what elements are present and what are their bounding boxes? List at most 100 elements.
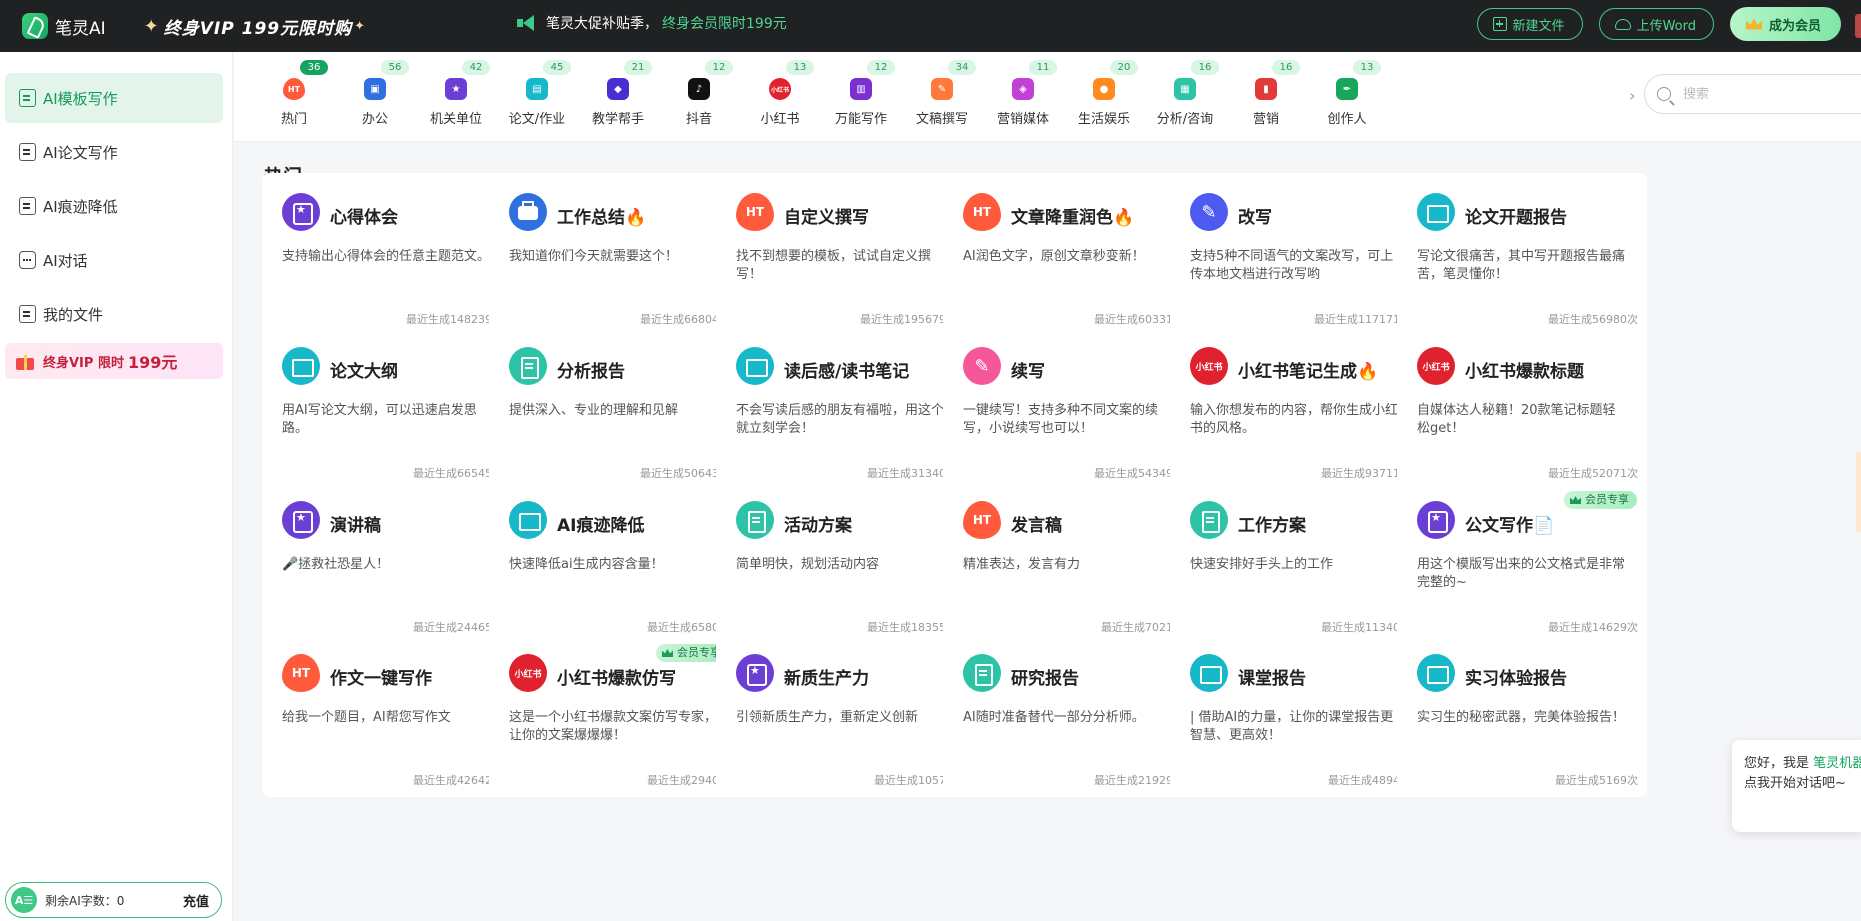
briefcase-icon: ▣ [364,78,386,100]
vip-promo-banner[interactable]: ✦ 终身VIP 199元限时购 ✦ [144,14,366,39]
edge-tab[interactable] [1855,14,1861,38]
sidebar-item-ai-paper[interactable]: AI论文写作 [5,127,223,177]
category-count-badge: 42 [462,60,490,75]
category-tab[interactable]: 13 ✒ 创作人 [1299,52,1395,142]
crown-icon [1745,18,1762,30]
mic-icon: ● [1093,78,1115,100]
vip-banner-text: 终身VIP 限时 [43,355,124,371]
card-description: | 借助AI的力量，让你的课堂报告更智慧、更高效！ [1190,710,1394,743]
sidebar-vip-banner[interactable]: 终身VIP 限时 199元 [5,343,223,379]
chevron-right-icon[interactable]: › [1629,86,1635,105]
template-card[interactable]: ✎ 续写 一键续写！支持多种不同文案的续写，小说续写也可以！ 最近生成54349次 [943,327,1193,490]
promo-text: 笔灵大促补贴季， [546,16,658,32]
template-card[interactable]: 活动方案 简单明快，规划活动内容 最近生成18355次 [716,481,966,644]
category-count-badge: 16 [1272,60,1300,75]
template-card[interactable]: 新质生产力引领新质生产力，重新定义创新最近生成1057次 [716,634,966,797]
document-icon [963,654,1001,692]
template-card[interactable]: 读后感/读书笔记 不会写读后感的朋友有福啦，用这个就立刻学会！ 最近生成31340次 [716,327,966,490]
tag-icon: ◈ [1012,78,1034,100]
become-member-button[interactable]: 成为会员 [1729,7,1841,41]
category-count-badge: 13 [786,60,814,75]
document-icon [509,347,547,385]
card-usage-count: 最近生成52071次 [1548,467,1638,480]
template-card[interactable]: 小红书 小红书爆款标题 自媒体达人秘籍！20款笔记标题轻松get！ 最近生成52071… [1397,327,1647,490]
card-description: 我知道你们今天就需要这个！ [509,249,679,264]
ai-template-icon [19,89,36,107]
chat-popup[interactable]: 您好，我是 笔灵机器人 点我开始对话吧~ [1732,740,1861,832]
template-card[interactable]: 分析报告 提供深入、专业的理解和见解 最近生成50643次 [489,327,739,490]
card-description: 用这个模版写出来的公文格式是非常完整的~ [1417,557,1626,590]
upload-word-button[interactable]: 上传Word [1598,8,1714,40]
card-title: 工作总结🔥 [557,208,647,228]
category-count-badge: 56 [381,60,409,75]
sparkle-icon: ✦ [143,15,160,37]
logo[interactable]: 笔灵AI [22,13,106,39]
sidebar-item-ai-trace[interactable]: AI痕迹降低 [5,181,223,231]
star-doc-icon [736,654,774,692]
recharge-button[interactable]: 充值 [183,891,209,910]
category-count-badge: 16 [1191,60,1219,75]
card-description: 引领新质生产力，重新定义创新 [736,710,919,725]
card-usage-count: 最近生成14629次 [1548,621,1638,634]
card-description: 这是一个小红书爆款文案仿写专家，让你的文案爆爆爆！ [509,710,718,743]
card-description: 自媒体达人秘籍！20款笔记标题轻松get！ [1417,403,1616,436]
card-title: 小红书笔记生成🔥 [1238,362,1379,382]
template-card[interactable]: 演讲稿🎤拯救社恐星人！最近生成24465次 [262,481,512,644]
card-title: 实习体验报告 [1465,669,1567,689]
template-card[interactable]: HT 作文一键写作 给我一个题目，AI帮您写作文 最近生成42642次 [262,634,512,797]
side-float-handle[interactable] [1856,452,1861,532]
card-usage-count: 最近生成56980次 [1548,313,1638,326]
card-title: 工作方案 [1238,516,1306,536]
draft-icon: ✎ [931,78,953,100]
search-input[interactable] [1683,86,1843,102]
card-title: 小红书爆款标题 [1465,362,1584,382]
card-description: 🎤拯救社恐星人！ [282,557,390,572]
sidebar: AI模板写作 AI论文写作 AI痕迹降低 AI对话 我的文件 终身VIP 限时 … [0,52,233,921]
vip-banner-price: 199元 [127,353,178,372]
card-title: 自定义撰写 [784,208,869,228]
template-card[interactable]: 论文开题报告写论文很痛苦，其中写开题报告最痛苦，笔灵懂你！ 最近生成56980次 [1397,173,1647,336]
flame-ht-icon: HT [963,193,1001,231]
template-card[interactable]: HT 文章降重润色🔥 AI润色文字，原创文章秒变新！ 最近生成60331次 [943,173,1193,336]
card-title: 文章降重润色🔥 [1011,208,1135,228]
card-description: 精准表达，发言有力 [963,557,1081,572]
card-description: 写论文很痛苦，其中写开题报告最痛苦，笔灵懂你！ [1417,249,1626,282]
document-icon [1190,501,1228,539]
top-bar: 笔灵AI ✦ 终身VIP 199元限时购 ✦ 笔灵大促补贴季， 终身会员限时19… [0,0,1861,52]
promo-announcement[interactable]: 笔灵大促补贴季， 终身会员限时199元 [517,13,787,33]
template-card[interactable]: 论文大纲 用AI写论文大纲，可以迅速启发思路。 最近生成66545次 [262,327,512,490]
template-card[interactable]: 心得体会支持输出心得体会的任意主题范文。最近生成148239次 [262,173,512,336]
sidebar-item-my-files[interactable]: 我的文件 [5,289,223,339]
card-description: 给我一个题目，AI帮您写作文 [282,710,451,725]
template-card[interactable]: 课堂报告 | 借助AI的力量，让你的课堂报告更智慧、更高效！ 最近生成4894次 [1170,634,1420,797]
template-card[interactable]: 实习体验报告 实习生的秘密武器，完美体验报告！ 最近生成5169次 [1397,634,1647,797]
card-title: 论文开题报告 [1465,208,1567,228]
chat-icon [19,251,36,269]
card-title: 研究报告 [1011,669,1079,689]
book-icon: ▤ [526,78,548,100]
category-label: 创作人 [1327,112,1367,127]
template-card[interactable]: ✎ 改写 支持5种不同语气的文案改写，可上传本地文档进行改写哟 最近生成117171次 [1170,173,1420,336]
star-doc-icon: ★ [445,78,467,100]
new-file-button[interactable]: 新建文件 [1476,8,1583,40]
template-card[interactable]: 小红书 小红书笔记生成🔥 输入你想发布的内容，帮你生成小红书的风格。 最近生成9371… [1170,327,1420,490]
template-card[interactable]: AI痕迹降低 快速降低ai生成内容含量！ 最近生成6580次 [489,481,739,644]
card-description: 支持5种不同语气的文案改写，可上传本地文档进行改写哟 [1190,249,1394,282]
category-count-badge: 11 [1029,60,1057,75]
search-box[interactable] [1644,74,1861,114]
book-icon [1190,654,1228,692]
sidebar-item-ai-template[interactable]: AI模板写作 [5,73,223,123]
template-card[interactable]: 工作总结🔥 我知道你们今天就需要这个！ 最近生成66804次 [489,173,739,336]
template-card[interactable]: 会员专享公文写作📄 用这个模版写出来的公文格式是非常完整的~ 最近生成14629次 [1397,481,1647,644]
category-count-badge: 36 [300,60,328,75]
template-card[interactable]: HT 发言稿 精准表达，发言有力 最近生成7021次 [943,481,1193,644]
template-card[interactable]: 研究报告 AI随时准备替代一部分分析师。 最近生成21929次 [943,634,1193,797]
template-card[interactable]: 会员专享 小红书 小红书爆款仿写 这是一个小红书爆款文案仿写专家，让你的文案爆爆爆！最… [489,634,739,797]
sidebar-item-ai-chat[interactable]: AI对话 [5,235,223,285]
sidebar-item-label: AI论文写作 [43,143,118,162]
star-doc-icon [282,501,320,539]
template-card[interactable]: HT 自定义撰写 找不到想要的模板，试试自定义撰写！ 最近生成195679次 [716,173,966,336]
tiktok-icon: ♪ [688,78,710,100]
sidebar-item-label: AI对话 [43,251,88,270]
template-card[interactable]: 工作方案 快速安排好手头上的工作 最近生成11340次 [1170,481,1420,644]
